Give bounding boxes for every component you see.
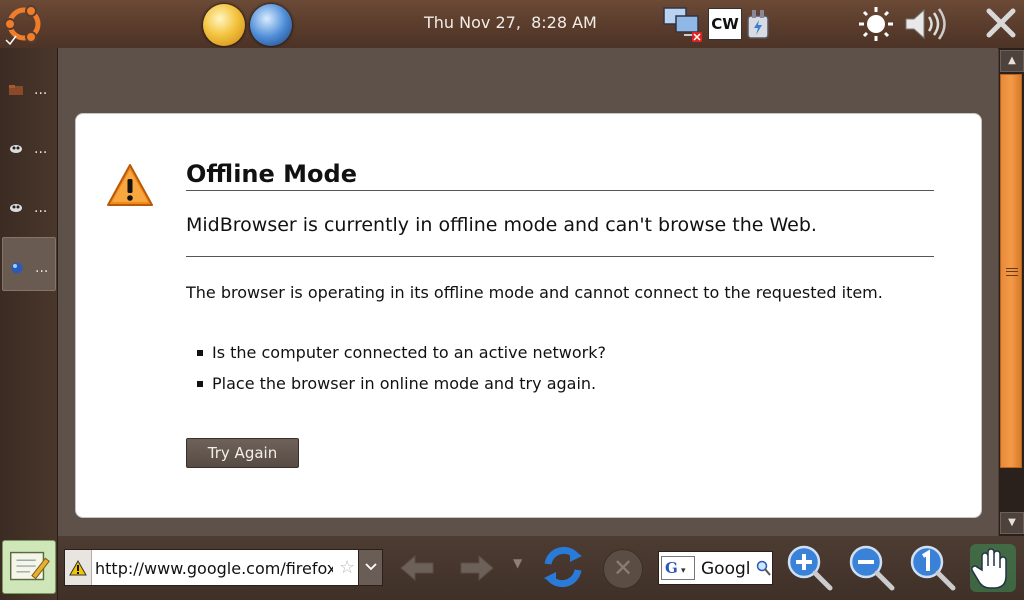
- suggestion-text: Place the browser in online mode and try…: [212, 374, 597, 393]
- zoom-out-icon[interactable]: [848, 544, 896, 592]
- bullet-icon: [197, 381, 203, 387]
- dock-item-window-1[interactable]: ...: [2, 60, 56, 114]
- error-description: The browser is operating in its offline …: [186, 283, 883, 302]
- suggestion-text: Is the computer connected to an active n…: [212, 343, 606, 362]
- dock-item-label: ...: [35, 260, 49, 276]
- pan-hand-icon[interactable]: [968, 542, 1018, 594]
- error-subtitle: MidBrowser is currently in offline mode …: [186, 214, 934, 257]
- bookmark-star-icon[interactable]: ☆: [339, 557, 355, 578]
- offline-error-panel: Offline Mode MidBrowser is currently in …: [75, 113, 982, 518]
- browser-icon: [11, 262, 23, 274]
- scroll-up-button[interactable]: ▲: [1000, 50, 1024, 72]
- dock-item-label: ...: [34, 200, 48, 216]
- notes-launcher[interactable]: [2, 540, 56, 594]
- search-engine-label: G: [665, 559, 678, 577]
- folder-icon: [9, 85, 23, 95]
- url-input[interactable]: http://www.google.com/firefox: [95, 559, 333, 578]
- volume-icon[interactable]: [902, 6, 948, 42]
- search-engine-selector[interactable]: G ▾: [661, 556, 695, 580]
- search-launcher-icon[interactable]: [203, 4, 245, 46]
- browser-toolbar: http://www.google.com/firefox ☆ ▼ ✕ G ▾ …: [58, 536, 1024, 600]
- zoom-reset-icon[interactable]: [909, 544, 957, 592]
- brightness-icon[interactable]: [856, 6, 896, 42]
- power-icon[interactable]: [742, 6, 774, 42]
- grip-icon: [1006, 268, 1018, 276]
- dock-item-window-2[interactable]: ...: [2, 119, 56, 173]
- browser-content: Offline Mode MidBrowser is currently in …: [58, 48, 998, 536]
- scroll-thumb[interactable]: [1000, 74, 1022, 468]
- forward-arrow-icon[interactable]: [459, 554, 495, 582]
- list-item: Place the browser in online mode and try…: [186, 373, 886, 404]
- clock[interactable]: Thu Nov 27, 8:28 AM: [424, 13, 597, 32]
- app-icon: [10, 204, 22, 212]
- stop-icon[interactable]: ✕: [603, 549, 643, 589]
- ubuntu-logo-icon[interactable]: [2, 2, 46, 46]
- try-again-button[interactable]: Try Again: [186, 438, 299, 468]
- security-warning-icon[interactable]: [65, 550, 92, 585]
- search-input[interactable]: Googl: [701, 559, 757, 579]
- dock-item-label: ...: [34, 82, 48, 98]
- zoom-in-icon[interactable]: [786, 544, 834, 592]
- url-bar[interactable]: http://www.google.com/firefox ☆: [64, 549, 381, 586]
- warning-icon: [107, 164, 153, 206]
- top-panel: Thu Nov 27, 8:28 AM CW: [0, 0, 1024, 48]
- page-title: Offline Mode: [186, 160, 934, 191]
- search-box[interactable]: G ▾ Googl: [658, 551, 773, 585]
- list-item: Is the computer connected to an active n…: [186, 342, 886, 373]
- vertical-scrollbar[interactable]: ▲ ▼: [999, 48, 1024, 536]
- reload-icon[interactable]: [540, 544, 586, 590]
- dock-item-window-3[interactable]: ...: [2, 178, 56, 232]
- dock-item-label: ...: [34, 141, 48, 157]
- search-icon[interactable]: [756, 559, 771, 577]
- mail-launcher-icon[interactable]: [250, 4, 292, 46]
- notepad-icon: [9, 551, 50, 581]
- url-history-dropdown[interactable]: [358, 549, 383, 586]
- bullet-icon: [197, 350, 203, 356]
- chevron-down-icon: [364, 563, 377, 571]
- suggestion-list: Is the computer connected to an active n…: [186, 342, 886, 404]
- left-dock: ... ... ... ...: [0, 48, 58, 600]
- network-icon[interactable]: [662, 6, 704, 42]
- cw-indicator[interactable]: CW: [708, 8, 742, 40]
- back-arrow-icon[interactable]: [399, 554, 435, 582]
- close-icon[interactable]: [984, 6, 1018, 40]
- scroll-down-button[interactable]: ▼: [1000, 512, 1024, 534]
- dock-item-browser[interactable]: ...: [2, 237, 56, 291]
- app-icon: [10, 145, 22, 153]
- history-menu-icon[interactable]: ▼: [513, 556, 522, 570]
